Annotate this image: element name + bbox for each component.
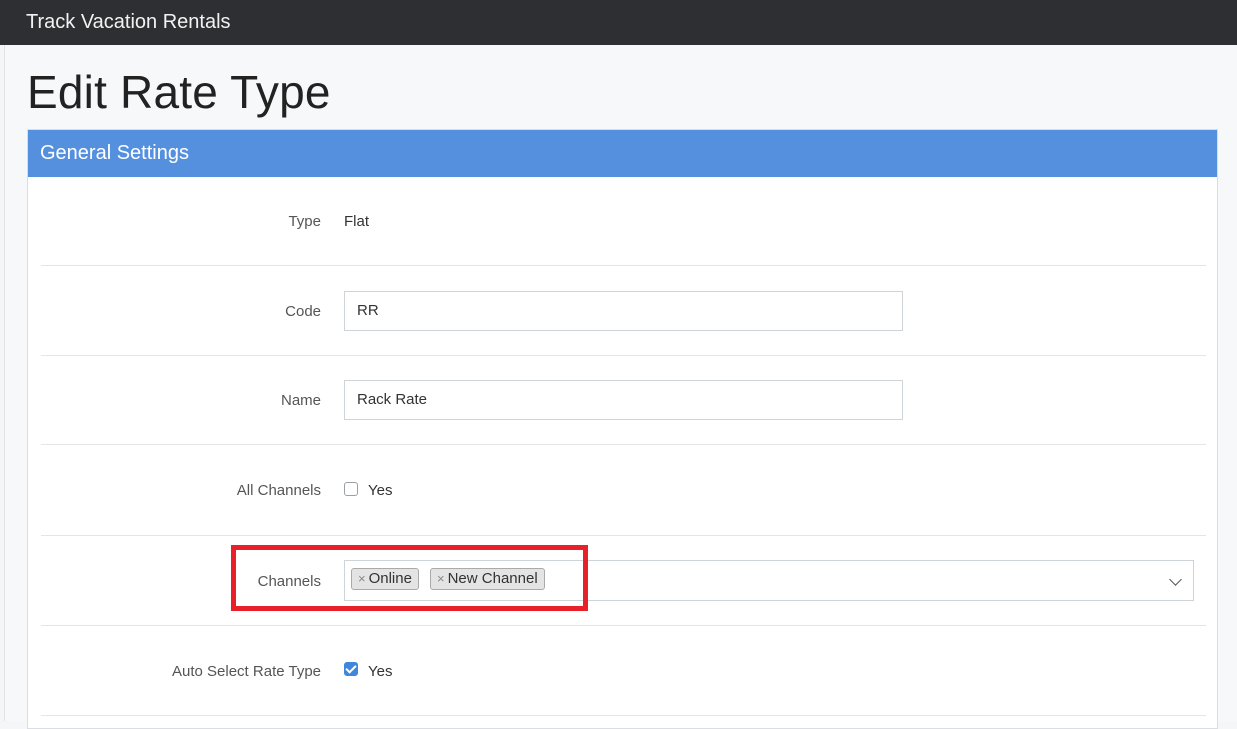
- form-row-type: Type Flat: [41, 177, 1206, 266]
- form-row-channels: Channels × Online × New Channel: [41, 536, 1206, 626]
- auto-select-option-label[interactable]: Yes: [368, 663, 392, 680]
- channel-tag-new-channel: × New Channel: [430, 568, 545, 590]
- all-channels-checkbox[interactable]: [344, 482, 358, 496]
- channel-tag-online: × Online: [351, 568, 419, 590]
- code-input[interactable]: RR: [344, 291, 903, 331]
- all-channels-label: All Channels: [236, 482, 321, 499]
- form-row-all-channels: All Channels Yes: [41, 445, 1206, 536]
- app-title[interactable]: Track Vacation Rentals: [26, 11, 231, 33]
- page-title: Edit Rate Type: [27, 66, 331, 118]
- app-header: Track Vacation Rentals: [0, 0, 1237, 45]
- channel-tag-label: New Channel: [447, 570, 538, 587]
- code-label: Code: [285, 303, 321, 320]
- auto-select-checkbox[interactable]: [344, 662, 358, 676]
- remove-new-channel-icon[interactable]: ×: [437, 571, 445, 586]
- channels-label: Channels: [257, 573, 321, 590]
- name-label: Name: [280, 392, 321, 409]
- auto-select-label: Auto Select Rate Type: [172, 663, 321, 680]
- channels-multiselect[interactable]: × Online × New Channel: [344, 560, 1194, 601]
- chevron-down-icon[interactable]: [1169, 573, 1182, 586]
- form-row-name: Name Rack Rate: [41, 356, 1206, 445]
- general-settings-panel: General Settings Type Flat Code RR Name …: [27, 129, 1218, 729]
- panel-header: General Settings: [28, 130, 1217, 177]
- type-label: Type: [288, 213, 321, 230]
- form-row-code: Code RR: [41, 266, 1206, 356]
- name-input[interactable]: Rack Rate: [344, 380, 903, 420]
- type-value: Flat: [344, 213, 370, 230]
- form-row-auto-select: Auto Select Rate Type Yes: [41, 626, 1206, 716]
- channel-tag-label: Online: [368, 570, 412, 587]
- all-channels-option-label[interactable]: Yes: [368, 482, 392, 499]
- remove-online-icon[interactable]: ×: [358, 571, 366, 586]
